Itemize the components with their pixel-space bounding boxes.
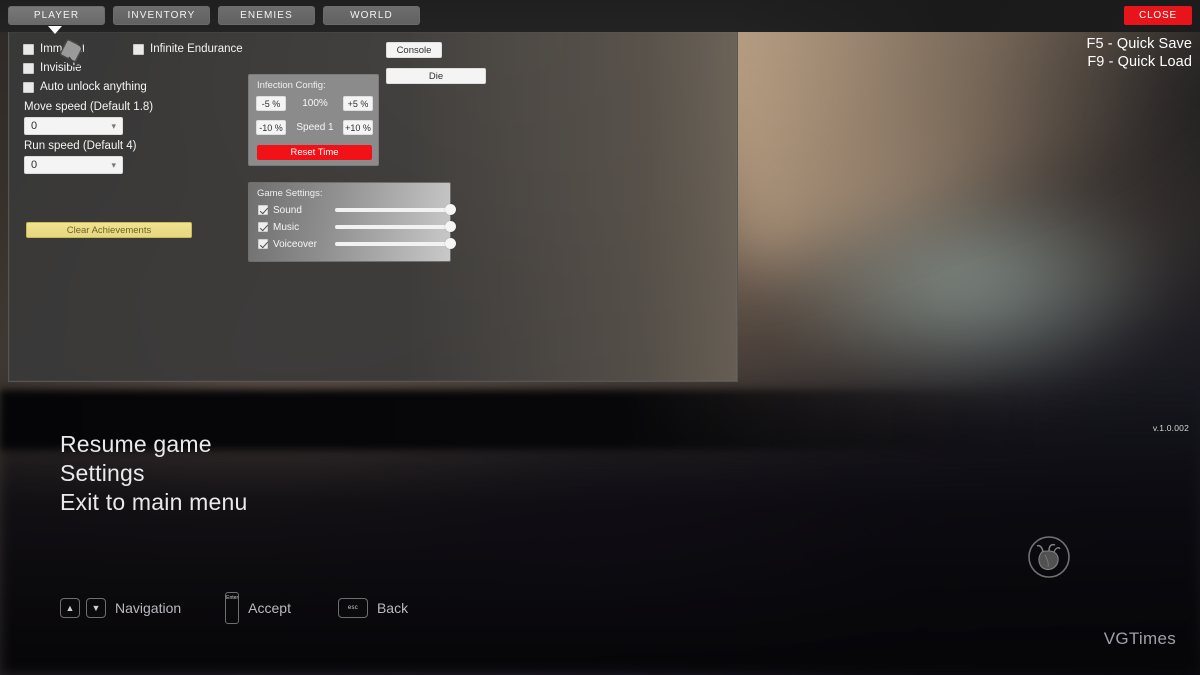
trainer-version-label: v.1.0.002 bbox=[1152, 423, 1189, 433]
checkbox-invisible[interactable] bbox=[23, 62, 34, 74]
vgtimes-watermark: VGTimes bbox=[1103, 629, 1176, 648]
trainer-tabs: PLAYER INVENTORY ENEMIES WORLD bbox=[8, 6, 420, 25]
label-move-speed: Move speed (Default 1.8) bbox=[24, 101, 154, 113]
slider-sound-knob[interactable] bbox=[445, 204, 456, 215]
checkbox-infinite-endurance[interactable] bbox=[133, 43, 144, 55]
button-infection-minus-10[interactable]: -10 % bbox=[256, 120, 286, 135]
tab-world[interactable]: WORLD bbox=[323, 6, 420, 25]
slider-music[interactable] bbox=[335, 221, 456, 233]
checkbox-row-auto-unlock[interactable]: Auto unlock anything bbox=[23, 81, 147, 93]
checkbox-immortal[interactable] bbox=[23, 43, 34, 55]
checkbox-label-infinite-endurance: Infinite Endurance bbox=[150, 43, 243, 55]
button-infection-plus-5[interactable]: +5 % bbox=[343, 96, 373, 111]
chevron-down-icon: ▾ bbox=[111, 159, 116, 170]
infection-config-card: Infection Config: -5 % 100% +5 % -10 % S… bbox=[248, 74, 379, 166]
checkbox-label-immortal: Immortal bbox=[40, 43, 85, 55]
slider-voiceover-track bbox=[335, 242, 455, 246]
checkbox-voiceover[interactable] bbox=[258, 239, 268, 249]
select-run-speed[interactable]: 0 ▾ bbox=[24, 156, 123, 174]
game-settings-title: Game Settings: bbox=[257, 188, 323, 199]
hint-label-accept: Accept bbox=[248, 600, 291, 616]
hint-accept: Enter Accept bbox=[225, 592, 291, 624]
checkbox-row-invisible[interactable]: Invisible bbox=[23, 62, 82, 74]
checkbox-row-infinite-endurance[interactable]: Infinite Endurance bbox=[133, 43, 243, 55]
checkbox-auto-unlock-anything[interactable] bbox=[23, 81, 34, 93]
label-run-speed: Run speed (Default 4) bbox=[24, 140, 137, 152]
hint-label-navigation: Navigation bbox=[115, 600, 182, 616]
button-infection-plus-10[interactable]: +10 % bbox=[343, 120, 373, 135]
checkbox-sound[interactable] bbox=[258, 205, 268, 215]
tab-enemies[interactable]: ENEMIES bbox=[218, 6, 315, 25]
key-up-arrow-icon[interactable]: ▲ bbox=[60, 598, 80, 618]
hotkey-quick-load: F9 - Quick Load bbox=[1087, 54, 1192, 70]
game-settings-row-music: Music bbox=[258, 221, 459, 233]
label-sound: Sound bbox=[273, 204, 302, 216]
tab-player[interactable]: PLAYER bbox=[8, 6, 105, 25]
infection-percent-value: 100% bbox=[302, 98, 328, 109]
slider-sound-track bbox=[335, 208, 455, 212]
checkbox-music[interactable] bbox=[258, 222, 268, 232]
checkbox-label-invisible: Invisible bbox=[40, 62, 82, 74]
pause-menu: Resume game Settings Exit to main menu bbox=[60, 430, 247, 517]
screen: Resume game Settings Exit to main menu ▲… bbox=[0, 0, 1200, 675]
key-down-arrow-icon[interactable]: ▼ bbox=[86, 598, 106, 618]
checkbox-label-auto-unlock-anything: Auto unlock anything bbox=[40, 81, 147, 93]
menu-item-exit-to-main-menu[interactable]: Exit to main menu bbox=[60, 488, 247, 517]
button-infection-minus-5[interactable]: -5 % bbox=[256, 96, 286, 111]
hint-back: esc Back bbox=[337, 598, 409, 618]
tab-inventory[interactable]: INVENTORY bbox=[113, 6, 210, 25]
clear-achievements-button[interactable]: Clear Achievements bbox=[26, 222, 192, 238]
infection-config-title: Infection Config: bbox=[257, 80, 326, 91]
active-tab-caret-icon bbox=[48, 26, 62, 34]
key-enter-icon[interactable]: Enter bbox=[225, 592, 240, 624]
game-settings-row-voiceover: Voiceover bbox=[258, 238, 459, 250]
navigation-hints: ▲ ▼ Navigation Enter Accept esc Back bbox=[60, 592, 408, 624]
hint-navigation: ▲ ▼ Navigation bbox=[60, 598, 181, 618]
checkbox-row-immortal[interactable]: Immortal bbox=[23, 43, 85, 55]
slider-music-track bbox=[335, 225, 455, 229]
label-music: Music bbox=[273, 221, 300, 233]
slider-sound[interactable] bbox=[335, 204, 456, 216]
select-run-speed-value: 0 bbox=[31, 159, 38, 171]
menu-item-resume-game[interactable]: Resume game bbox=[60, 430, 247, 459]
infection-speed-value: Speed 1 bbox=[296, 122, 334, 133]
select-move-speed[interactable]: 0 ▾ bbox=[24, 117, 123, 135]
label-voiceover: Voiceover bbox=[273, 238, 317, 250]
chevron-down-icon: ▾ bbox=[111, 120, 116, 131]
slider-voiceover-knob[interactable] bbox=[445, 238, 456, 249]
console-button[interactable]: Console bbox=[386, 42, 442, 58]
hint-label-back: Back bbox=[376, 600, 409, 616]
select-move-speed-value: 0 bbox=[31, 120, 38, 132]
trainer-panel-player: Immortal Invisible Auto unlock anything … bbox=[8, 32, 738, 382]
reset-time-button[interactable]: Reset Time bbox=[257, 145, 372, 160]
game-settings-row-sound: Sound bbox=[258, 204, 459, 216]
die-button[interactable]: Die bbox=[386, 68, 486, 84]
slider-music-knob[interactable] bbox=[445, 221, 456, 232]
slider-voiceover[interactable] bbox=[335, 238, 456, 250]
menu-item-settings[interactable]: Settings bbox=[60, 459, 247, 488]
game-settings-card: Game Settings: Sound Music Voiceover bbox=[248, 182, 456, 262]
anatomical-heart-logo-icon bbox=[1028, 536, 1070, 578]
hotkey-legend: F5 - Quick Save F9 - Quick Load bbox=[1087, 35, 1192, 71]
hotkey-quick-save: F5 - Quick Save bbox=[1086, 36, 1192, 52]
close-button[interactable]: CLOSE bbox=[1124, 6, 1192, 25]
key-escape-icon[interactable]: esc bbox=[337, 598, 368, 618]
